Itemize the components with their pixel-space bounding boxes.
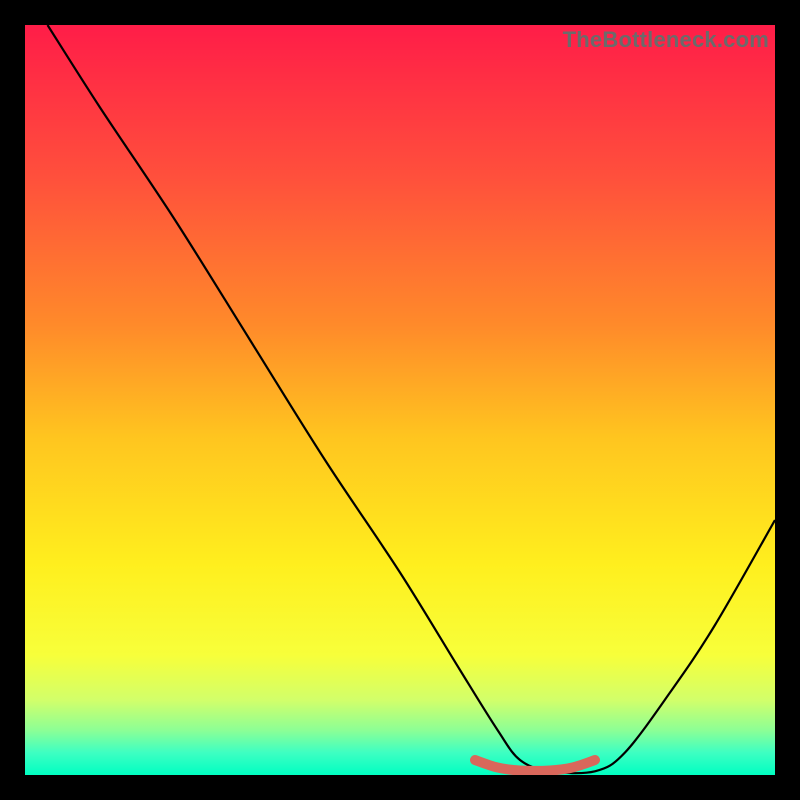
chart-frame: TheBottleneck.com (25, 25, 775, 775)
watermark-text: TheBottleneck.com (563, 27, 769, 53)
gradient-fill (25, 25, 775, 775)
bottleneck-chart (25, 25, 775, 775)
